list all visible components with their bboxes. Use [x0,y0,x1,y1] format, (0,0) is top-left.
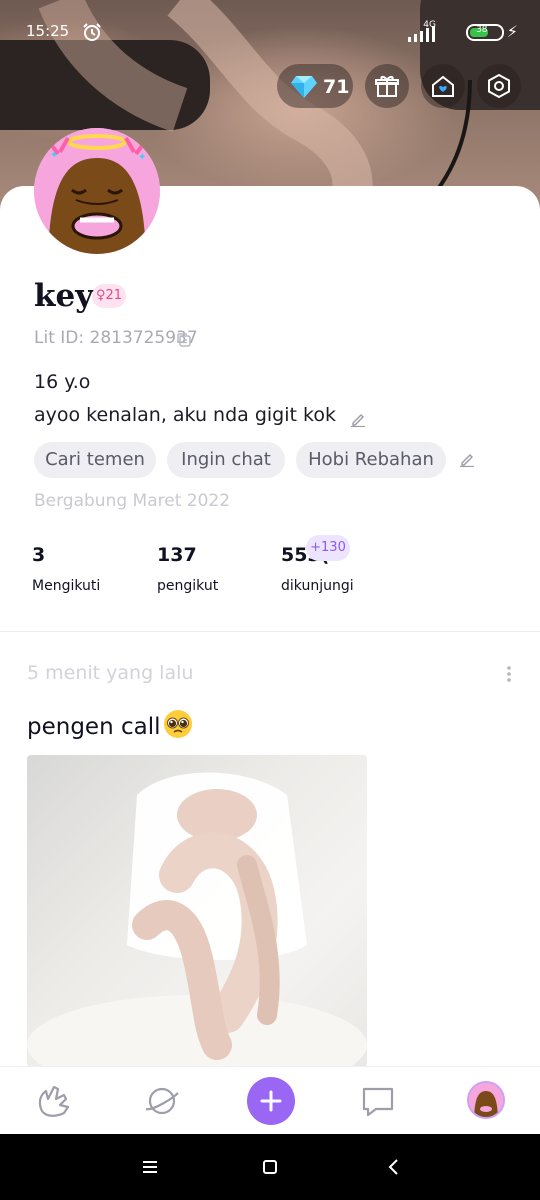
signal-icon [408,26,435,42]
planet-icon [145,1087,179,1115]
profile-name: key [34,278,94,314]
following-count[interactable]: 3 [32,544,45,566]
gift-icon [375,75,399,97]
svg-text:✦: ✦ [138,152,146,163]
tag-chip[interactable]: Ingin chat [167,442,285,478]
post-timestamp: 5 menit yang lalu [27,662,194,684]
joined-date: Bergabung Maret 2022 [34,491,231,511]
chat-bubble-icon [362,1087,394,1117]
diamond-balance-button[interactable]: 71 [277,64,353,108]
battery-icon: 38 [466,24,504,41]
settings-button[interactable] [477,64,521,108]
hand-wave-icon [38,1085,70,1117]
diamond-icon [291,76,317,98]
diamond-count: 71 [323,76,350,98]
create-post-button[interactable] [247,1077,295,1125]
visits-label[interactable]: dikunjungi [281,578,354,594]
status-bar: 15:25 4G 38 ⚡ [26,18,518,46]
followers-count[interactable]: 137 [157,544,197,566]
pleading-face-emoji-icon [163,710,192,738]
nav-explore[interactable] [142,1081,182,1121]
home-square-icon[interactable] [259,1156,281,1178]
post-image[interactable] [27,755,367,1067]
battery-level: 38 [476,25,488,35]
new-visits-badge: +130 [306,535,350,561]
svg-text:✦: ✦ [50,150,58,161]
more-options-icon[interactable] [502,664,516,684]
plus-icon [260,1090,282,1112]
bio-line-1: 16 y.o [34,371,91,393]
bottom-navigation [0,1066,540,1134]
monster-avatar-icon: ✦ ✦ [34,128,160,254]
post-text: pengen call [27,709,193,740]
following-label[interactable]: Mengikuti [32,578,100,594]
copy-icon[interactable] [176,332,192,348]
charging-icon: ⚡ [506,22,518,41]
edit-tags-icon[interactable] [459,451,475,467]
hexagon-settings-icon [488,74,510,98]
monster-avatar-icon [469,1083,503,1117]
followers-label[interactable]: pengikut [157,578,218,594]
post-caption: pengen call [27,714,161,740]
home-heart-icon [432,75,454,97]
avatar[interactable]: ✦ ✦ [34,128,160,254]
tag-chip[interactable]: Cari temen [34,442,156,478]
nav-profile-avatar[interactable] [467,1081,505,1119]
gender-age-badge: ♀21 [92,284,126,308]
alarm-icon [83,23,101,41]
menu-icon[interactable] [139,1156,161,1178]
home-button[interactable] [421,64,465,108]
tag-chip[interactable]: Hobi Rebahan [296,442,446,478]
status-time: 15:25 [26,22,70,40]
section-divider [0,631,540,632]
lit-id: Lit ID: 2813725937 [34,328,198,348]
nav-messages[interactable] [358,1081,398,1121]
bio-line-2: ayoo kenalan, aku nda gigit kok [34,404,336,426]
back-icon[interactable] [383,1156,405,1178]
edit-bio-icon[interactable] [350,411,366,427]
nav-home[interactable] [34,1081,74,1121]
gift-button[interactable] [365,64,409,108]
system-navigation-bar [0,1134,540,1200]
